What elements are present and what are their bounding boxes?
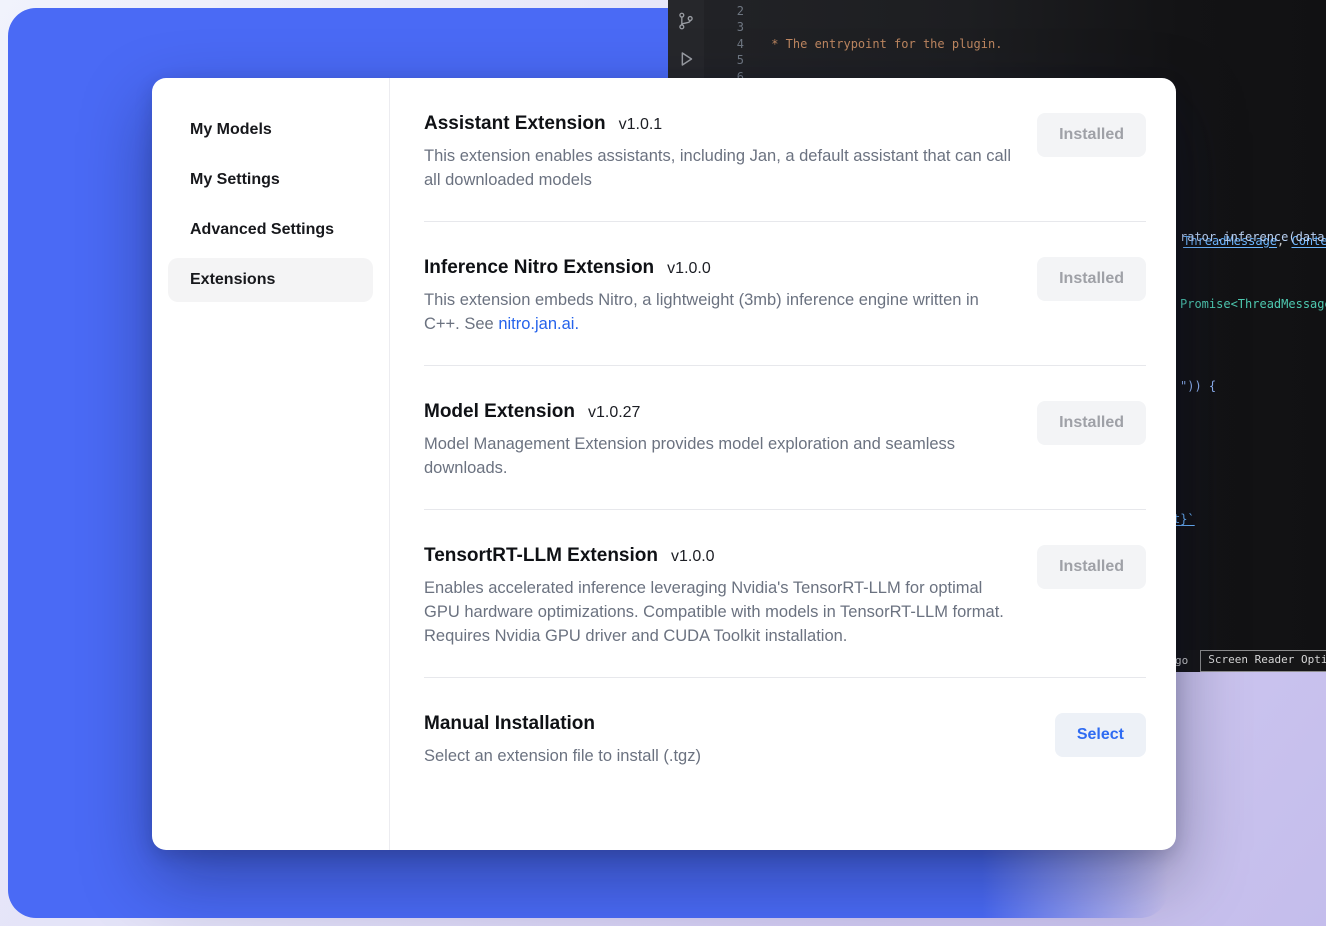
sidebar-item-my-settings[interactable]: My Settings: [168, 158, 373, 202]
select-button[interactable]: Select: [1055, 713, 1146, 757]
screen-reader-status-item[interactable]: Screen Reader Optimize: [1200, 650, 1326, 671]
extension-description: This extension enables assistants, inclu…: [424, 144, 1013, 192]
extension-row: Assistant Extension v1.0.1 This extensio…: [424, 78, 1146, 222]
settings-modal: My Models My Settings Advanced Settings …: [152, 78, 1176, 850]
line-number: 3: [704, 19, 744, 35]
extension-description: This extension embeds Nitro, a lightweig…: [424, 288, 1013, 336]
extension-name: Model Extension: [424, 401, 575, 423]
extension-description: Enables accelerated inference leveraging…: [424, 576, 1013, 648]
extension-name: TensortRT-LLM Extension: [424, 545, 658, 567]
code-line-comment: * The entrypoint for the plugin.: [764, 36, 1326, 52]
extension-name: Manual Installation: [424, 713, 595, 735]
code-fragment: rator.inference(data));: [1180, 229, 1326, 245]
extension-description: Select an extension file to install (.tg…: [424, 744, 1024, 768]
extension-title-line: TensortRT-LLM Extension v1.0.0: [424, 545, 1013, 567]
installed-button[interactable]: Installed: [1037, 401, 1146, 445]
run-icon[interactable]: [675, 48, 697, 70]
extension-title-line: Inference Nitro Extension v1.0.0: [424, 257, 1013, 279]
extension-version: v1.0.27: [588, 404, 640, 422]
extension-title-line: Model Extension v1.0.27: [424, 401, 1013, 423]
extension-title-line: Assistant Extension v1.0.1: [424, 113, 1013, 135]
sidebar-item-advanced-settings[interactable]: Advanced Settings: [168, 208, 373, 252]
extension-version: v1.0.0: [667, 260, 711, 278]
line-number: 2: [704, 3, 744, 19]
installed-button[interactable]: Installed: [1037, 257, 1146, 301]
sidebar-item-extensions[interactable]: Extensions: [168, 258, 373, 302]
manual-installation-row: Manual Installation Select an extension …: [424, 678, 1146, 797]
git-branch-icon[interactable]: [675, 10, 697, 32]
settings-sidebar: My Models My Settings Advanced Settings …: [152, 78, 390, 850]
line-number: 5: [704, 52, 744, 68]
line-number: 4: [704, 36, 744, 52]
nitro-link[interactable]: nitro.jan.ai.: [498, 315, 579, 333]
extension-row: Model Extension v1.0.27 Model Management…: [424, 366, 1146, 510]
extension-title-line: Manual Installation: [424, 713, 1024, 735]
code-fragment: ")) {: [1180, 378, 1216, 394]
code-fragment: Promise<ThreadMessage>: [1180, 296, 1326, 312]
extension-name: Assistant Extension: [424, 113, 606, 135]
installed-button[interactable]: Installed: [1037, 113, 1146, 157]
code-fragment: t}`: [1173, 511, 1195, 527]
sidebar-item-my-models[interactable]: My Models: [168, 108, 373, 152]
status-text: go: [1175, 653, 1188, 669]
extension-row: TensortRT-LLM Extension v1.0.0 Enables a…: [424, 510, 1146, 678]
extension-version: v1.0.0: [671, 548, 715, 566]
extensions-panel: Assistant Extension v1.0.1 This extensio…: [390, 78, 1176, 850]
extension-description: Model Management Extension provides mode…: [424, 432, 1013, 480]
extension-name: Inference Nitro Extension: [424, 257, 654, 279]
extension-version: v1.0.1: [619, 116, 663, 134]
extension-row: Inference Nitro Extension v1.0.0 This ex…: [424, 222, 1146, 366]
installed-button[interactable]: Installed: [1037, 545, 1146, 589]
